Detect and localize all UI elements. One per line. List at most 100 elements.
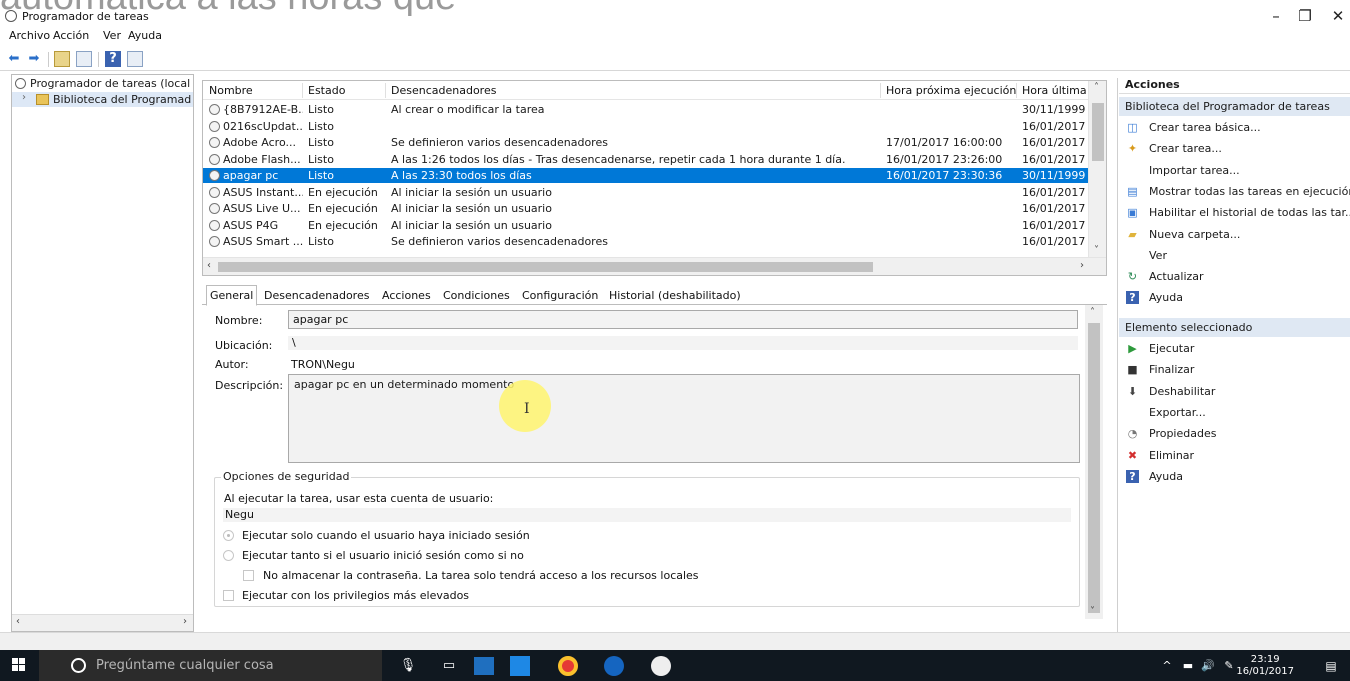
action-actualizar[interactable]: ↻ Actualizar [1119,267,1350,287]
task-list-vertical-scrollbar[interactable]: ˄ ˅ [1088,81,1106,258]
scroll-left-icon[interactable]: ‹ [207,260,211,271]
menu-ayuda[interactable]: Ayuda [128,29,162,42]
scroll-thumb[interactable] [218,262,873,272]
column-next-run[interactable]: Hora próxima ejecución [886,84,1016,97]
system-clock[interactable]: 23:19 16/01/2017 [1236,654,1294,678]
column-triggers[interactable]: Desencadenadores [391,84,881,97]
task-name: Adobe Acro... [223,136,296,149]
tab-history[interactable]: Historial (deshabilitado) [606,286,744,305]
table-row[interactable]: {8B7912AE-B... Listo Al crear o modificar … [203,102,1089,117]
up-folder-icon[interactable] [54,51,70,67]
scroll-right-icon[interactable]: › [183,616,187,627]
scroll-down-icon[interactable]: ˅ [1094,245,1099,256]
chrome-icon[interactable] [558,656,578,676]
action-ejecutar[interactable]: ▶ Ejecutar [1119,339,1350,359]
clock-icon [15,78,26,89]
action-propiedades[interactable]: ◔ Propiedades [1119,424,1350,444]
action-habilitar-el-historial-de-todas-las-tar[interactable]: ▣ Habilitar el historial de todas las tar… [1119,203,1350,223]
menu-accion[interactable]: Acción [53,29,89,42]
network-icon[interactable]: ▬ [1180,655,1196,677]
scroll-up-icon[interactable]: ˄ [1090,307,1095,318]
table-row[interactable]: 0216scUpdat... Listo 16/01/2017 0 [203,119,1089,134]
help-icon: ? [1126,469,1139,483]
menu-ver[interactable]: Ver [103,29,121,42]
action-ayuda[interactable]: ? Ayuda [1119,467,1350,487]
start-button[interactable] [12,658,26,672]
description-field[interactable]: apagar pc en un determinado momento [288,374,1080,463]
microphone-icon[interactable]: 🎙 [397,655,419,677]
detail-vertical-scrollbar[interactable]: ˄ ˅ [1085,305,1103,619]
table-row[interactable]: Adobe Acro... Listo Se definieron varios d… [203,135,1089,150]
scroll-right-icon[interactable]: › [1080,260,1084,271]
chevron-right-icon[interactable]: › [22,92,26,103]
section-selected-item[interactable]: Elemento seleccionado [1119,318,1350,337]
task-last: 16/01/2017 2 [1022,235,1088,248]
column-status[interactable]: Estado [308,84,383,97]
menu-archivo[interactable]: Archivo [9,29,50,42]
notifications-icon[interactable]: ▤ [1322,655,1340,677]
table-row[interactable]: ASUS Instant... En ejecución Al iniciar la… [203,185,1089,200]
pen-icon[interactable]: ✎ [1221,655,1237,677]
action-importar-tarea[interactable]: Importar tarea... [1119,161,1350,181]
scroll-left-icon[interactable]: ‹ [16,616,20,627]
volume-icon[interactable]: 🔊 [1200,655,1216,677]
tab-settings[interactable]: Configuración [519,286,601,305]
show-hide-action-pane-icon[interactable] [127,51,143,67]
task-scheduler-taskbar-icon[interactable] [651,656,671,676]
action-finalizar[interactable]: ■ Finalizar [1119,360,1350,380]
security-options-title: Opciones de seguridad [221,470,352,483]
forward-icon[interactable]: ➡ [26,51,42,67]
checkbox-no-store-password[interactable] [243,570,254,581]
tree-item-library[interactable]: › Biblioteca del Programad [12,92,193,107]
file-explorer-icon[interactable] [474,657,494,675]
scroll-up-icon[interactable]: ˄ [1094,82,1099,93]
back-icon[interactable]: ⬅ [6,51,22,67]
column-name[interactable]: Nombre [209,84,299,97]
table-row[interactable]: ASUS P4G En ejecución Al iniciar la sesión… [203,218,1089,233]
close-button[interactable]: ✕ [1325,6,1350,26]
action-exportar[interactable]: Exportar... [1119,403,1350,423]
table-row[interactable]: ASUS Smart ... Listo Se definieron varios … [203,234,1089,249]
tree-item-root[interactable]: Programador de tareas (local [12,76,193,91]
action-crear-tarea-básica[interactable]: ◫ Crear tarea básica... [1119,118,1350,138]
tab-triggers[interactable]: Desencadenadores [261,286,372,305]
scroll-thumb[interactable] [1088,323,1100,613]
section-library[interactable]: Biblioteca del Programador de tareas [1119,97,1350,116]
table-row[interactable]: Adobe Flash... Listo A las 1:26 todos los … [203,152,1089,167]
action-mostrar-todas-las-tareas-en-ejecución[interactable]: ▤ Mostrar todas las tareas en ejecución [1119,182,1350,202]
tab-conditions[interactable]: Condiciones [440,286,513,305]
column-last-run[interactable]: Hora última [1022,84,1088,97]
table-row[interactable]: ASUS Live U... En ejecución Al iniciar la … [203,201,1089,216]
stop-icon: ■ [1127,363,1138,377]
taskbar-search[interactable]: Pregúntame cualquier cosa [39,650,382,681]
minimize-button[interactable]: – [1263,6,1289,26]
tree-horizontal-scrollbar[interactable]: ‹ › [12,614,193,631]
chevron-up-icon[interactable]: ^ [1159,655,1175,677]
action-nueva-carpeta[interactable]: ▰ Nueva carpeta... [1119,225,1350,245]
checkbox-highest-privileges[interactable] [223,590,234,601]
app-icon[interactable] [604,656,624,676]
action-eliminar[interactable]: ✖ Eliminar [1119,446,1350,466]
task-list-horizontal-scrollbar[interactable]: ‹ › [203,257,1106,275]
radio-logged-on-or-not[interactable] [223,550,234,561]
action-ayuda[interactable]: ? Ayuda [1119,288,1350,308]
scroll-down-icon[interactable]: ˅ [1090,606,1095,617]
tab-actions[interactable]: Acciones [379,286,434,305]
table-row[interactable]: apagar pc Listo A las 23:30 todos los días… [203,168,1089,183]
action-deshabilitar[interactable]: ⬇ Deshabilitar [1119,382,1350,402]
radio-logged-on-only[interactable] [223,530,234,541]
maximize-button[interactable]: ❐ [1292,6,1318,26]
show-hide-console-tree-icon[interactable] [76,51,92,67]
store-icon[interactable] [510,656,530,676]
name-field[interactable]: apagar pc [288,310,1078,329]
action-ver[interactable]: Ver [1119,246,1350,266]
help-icon[interactable]: ? [105,51,121,67]
scroll-thumb[interactable] [1092,103,1104,161]
task-view-icon[interactable]: ▭ [438,655,460,677]
tab-general[interactable]: General [206,285,258,306]
action-crear-tarea[interactable]: ✦ Crear tarea... [1119,139,1350,159]
task-name: {8B7912AE-B... [223,103,303,116]
properties-icon: ◔ [1127,427,1138,441]
actions-header: Acciones [1119,78,1350,94]
history-icon: ▣ [1127,206,1138,220]
